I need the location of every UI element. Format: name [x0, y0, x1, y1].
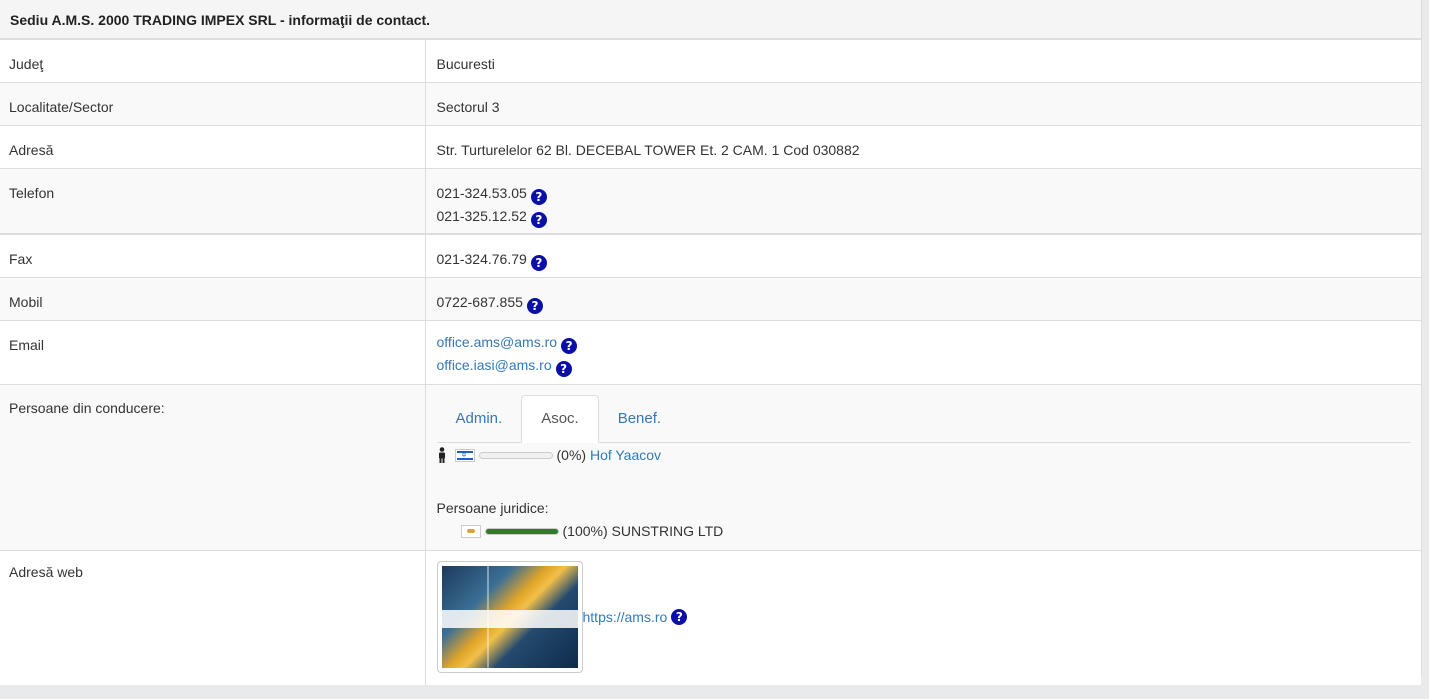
person-icon — [437, 447, 447, 463]
cyprus-flag-icon — [460, 524, 481, 538]
row-judet: Judeţ Bucuresti — [0, 39, 1421, 83]
contact-table: Judeţ Bucuresti Localitate/Sector Sector… — [0, 39, 1421, 685]
telefon-2: 021-325.12.52 — [436, 208, 527, 224]
person-row: ✡ (0%) Hof Yaacov — [437, 444, 1422, 466]
share-percent: (0%) — [556, 447, 587, 463]
label-web: Adresă web — [9, 564, 83, 580]
contact-panel: Sediu A.M.S. 2000 TRADING IMPEX SRL - in… — [0, 0, 1422, 685]
value-fax: 021-324.76.79 — [436, 251, 527, 267]
help-icon[interactable]: ? — [526, 298, 543, 314]
label-localitate: Localitate/Sector — [9, 99, 114, 115]
person-link[interactable]: Hof Yaacov — [590, 444, 661, 466]
juridice-title: Persoane juridice: — [436, 500, 549, 516]
row-email: Email office.ams@ams.ro? office.iasi@ams… — [0, 320, 1421, 385]
row-localitate: Localitate/Sector Sectorul 3 — [0, 82, 1421, 126]
value-localitate: Sectorul 3 — [436, 99, 500, 115]
tab-benef[interactable]: Benef. — [599, 395, 680, 442]
label-mobil: Mobil — [9, 294, 43, 310]
label-email: Email — [9, 337, 45, 353]
label-adresa: Adresă — [9, 142, 54, 158]
help-icon[interactable]: ? — [561, 338, 578, 354]
row-conducere: Persoane din conducere: Admin. Asoc. Ben… — [0, 384, 1422, 551]
conducere-tabs: Admin. Asoc. Benef. — [436, 395, 1411, 443]
company-name: SUNSTRING LTD — [611, 523, 724, 539]
label-judet: Judeţ — [9, 56, 44, 72]
help-icon[interactable]: ? — [530, 212, 547, 228]
value-judet: Bucuresti — [436, 56, 495, 72]
row-web: Adresă web https://ams.ro? — [0, 550, 1421, 685]
help-icon[interactable]: ? — [555, 361, 572, 377]
email-link-office[interactable]: office.ams@ams.ro — [437, 334, 558, 350]
row-mobil: Mobil 0722-687.855? — [0, 277, 1421, 321]
tab-admin[interactable]: Admin. — [437, 395, 522, 442]
value-adresa: Str. Turturelelor 62 Bl. DECEBAL TOWER E… — [436, 142, 860, 158]
israel-flag-icon: ✡ — [454, 448, 475, 462]
label-telefon: Telefon — [9, 185, 55, 201]
email-link-iasi[interactable]: office.iasi@ams.ro — [437, 357, 552, 373]
value-mobil: 0722-687.855 — [436, 294, 523, 310]
row-telefon: Telefon 021-324.53.05? 021-325.12.52? — [0, 168, 1421, 234]
row-adresa: Adresă Str. Turturelelor 62 Bl. DECEBAL … — [0, 125, 1421, 169]
help-icon[interactable]: ? — [671, 609, 688, 625]
label-conducere: Persoane din conducere: — [9, 400, 165, 416]
help-icon[interactable]: ? — [530, 189, 547, 205]
share-bar — [478, 451, 553, 459]
website-link[interactable]: https://ams.ro — [583, 609, 668, 625]
share-percent: (100%) — [562, 523, 608, 539]
website-thumbnail[interactable] — [436, 561, 583, 673]
panel-title: Sediu A.M.S. 2000 TRADING IMPEX SRL - in… — [0, 0, 1421, 39]
row-fax: Fax 021-324.76.79? — [0, 233, 1421, 278]
tab-asoc[interactable]: Asoc. — [521, 395, 599, 443]
help-icon[interactable]: ? — [530, 255, 547, 271]
label-fax: Fax — [9, 251, 33, 267]
telefon-1: 021-324.53.05 — [436, 185, 527, 201]
share-bar — [484, 527, 559, 535]
juridice-row: (100%) SUNSTRING LTD — [437, 520, 1422, 542]
